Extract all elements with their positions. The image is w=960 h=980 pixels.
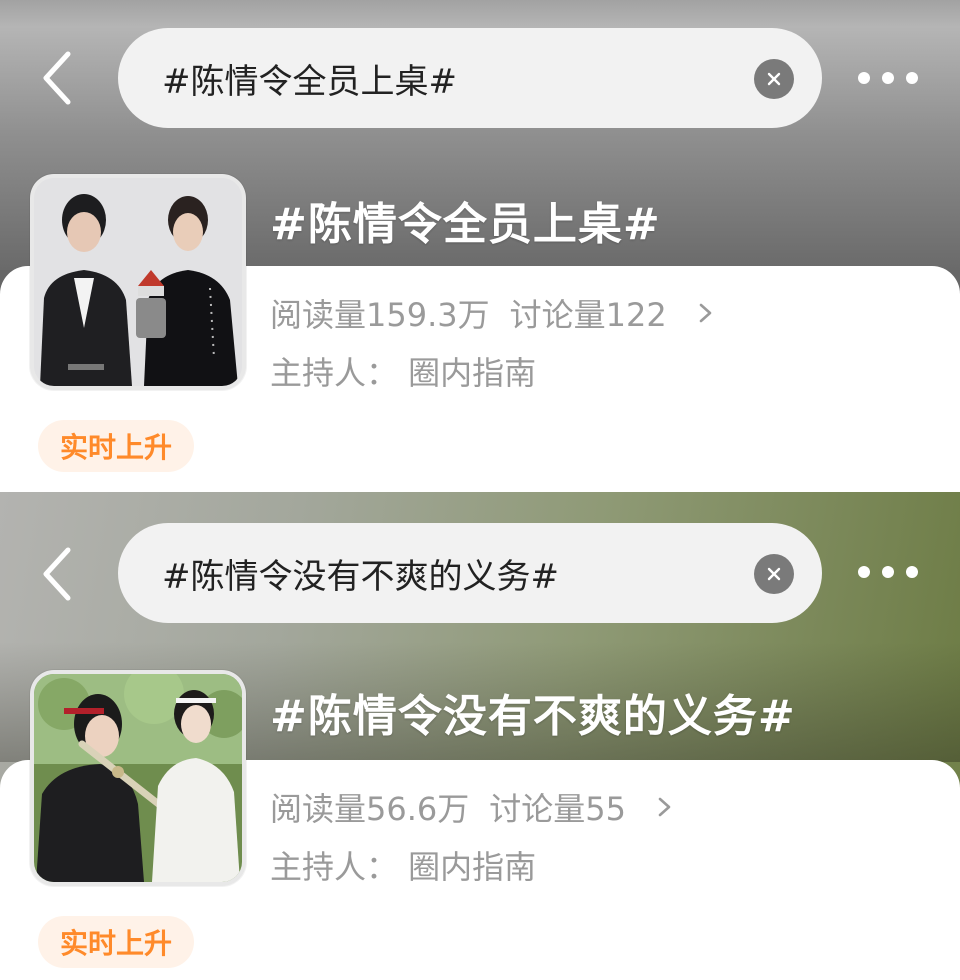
search-bar[interactable]: #陈情令全员上桌#	[118, 28, 822, 128]
trending-badge: 实时上升	[38, 916, 195, 968]
close-icon	[767, 72, 781, 86]
clear-search-button[interactable]	[754, 59, 794, 99]
read-count: 阅读量56.6万	[270, 790, 470, 828]
trending-badge: 实时上升	[38, 420, 195, 472]
read-count: 阅读量159.3万	[270, 296, 490, 334]
more-options-button[interactable]	[858, 68, 918, 88]
topic-thumbnail[interactable]	[30, 174, 246, 390]
topic-title: #陈情令全员上桌#	[270, 199, 661, 250]
topic-host: 主持人： 圈内指南	[270, 354, 537, 392]
search-query-text[interactable]: #陈情令没有不爽的义务#	[162, 549, 559, 598]
chevron-left-icon	[43, 51, 71, 105]
back-button[interactable]	[36, 48, 80, 108]
topic-panel-2: #陈情令没有不爽的义务# #陈情令没有不爽的义务# 阅读量56.6万 讨论量55…	[0, 492, 960, 980]
clear-search-button[interactable]	[754, 554, 794, 594]
chevron-right-icon	[699, 303, 712, 323]
close-icon	[767, 567, 781, 581]
topic-stats[interactable]: 阅读量56.6万 讨论量55	[270, 784, 676, 830]
topic-thumbnail[interactable]	[30, 670, 246, 886]
back-button[interactable]	[36, 544, 80, 604]
discussion-count: 讨论量55	[489, 790, 626, 828]
discussion-count: 讨论量122	[509, 296, 667, 334]
topic-title: #陈情令没有不爽的义务#	[270, 691, 796, 742]
search-bar[interactable]: #陈情令没有不爽的义务#	[118, 523, 822, 623]
search-query-text[interactable]: #陈情令全员上桌#	[162, 54, 457, 103]
topic-photo-image	[34, 178, 242, 386]
more-dots-icon	[858, 72, 870, 84]
more-dots-icon	[858, 566, 870, 578]
topic-photo-image	[34, 674, 242, 882]
topic-host: 主持人： 圈内指南	[270, 848, 537, 886]
more-options-button[interactable]	[858, 562, 918, 582]
chevron-left-icon	[43, 547, 71, 601]
topic-stats[interactable]: 阅读量159.3万 讨论量122	[270, 290, 717, 336]
topic-panel-1: #陈情令全员上桌# #陈情令全员上桌# 阅读量159.3万 讨论量122 主持人…	[0, 0, 960, 492]
chevron-right-icon	[658, 797, 671, 817]
